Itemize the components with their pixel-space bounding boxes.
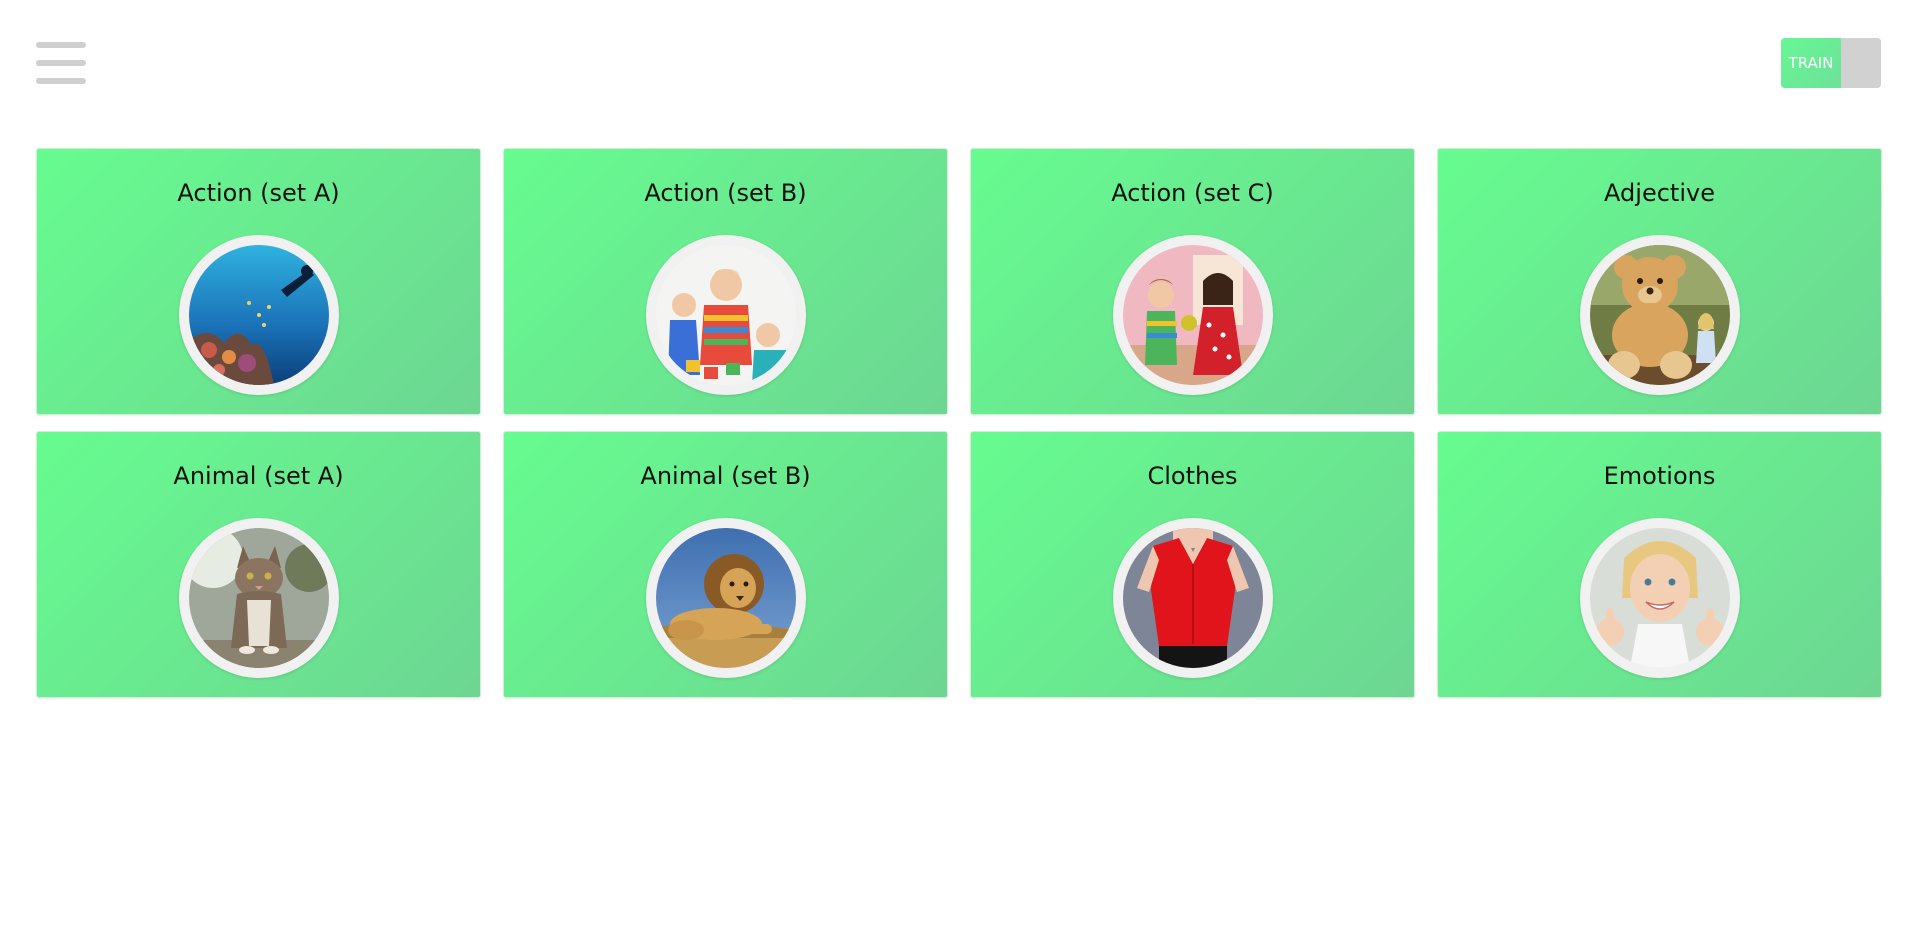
category-thumbnail-ring (646, 518, 806, 678)
menu-bar-line (36, 42, 86, 48)
category-card-title: Action (set C) (1111, 179, 1274, 207)
category-card-clothes[interactable]: Clothes (970, 431, 1415, 698)
hamburger-menu-icon[interactable] (36, 40, 86, 86)
children-playing-blocks-photo (656, 245, 796, 385)
giant-teddy-bear-girl-photo (1590, 245, 1730, 385)
red-blouse-photo (1123, 528, 1263, 668)
category-card-title: Emotions (1603, 462, 1716, 490)
category-card-title: Clothes (1147, 462, 1238, 490)
menu-bar-line (36, 60, 86, 66)
category-card-emotions[interactable]: Emotions (1437, 431, 1882, 698)
category-card-title: Action (set B) (644, 179, 807, 207)
category-card-action-set-c[interactable]: Action (set C) (970, 148, 1415, 415)
train-toggle-label: TRAIN (1781, 38, 1841, 88)
smiling-girl-thumbs-up-photo (1590, 528, 1730, 668)
category-thumbnail-ring (1113, 518, 1273, 678)
category-card-title: Action (set A) (177, 179, 340, 207)
sitting-cat-photo (189, 528, 329, 668)
category-card-animal-set-b[interactable]: Animal (set B) (503, 431, 948, 698)
category-card-adjective[interactable]: Adjective (1437, 148, 1882, 415)
category-card-action-set-a[interactable]: Action (set A) (36, 148, 481, 415)
category-card-animal-set-a[interactable]: Animal (set A) (36, 431, 481, 698)
category-thumbnail-ring (1580, 518, 1740, 678)
lying-lion-photo (656, 528, 796, 668)
top-bar: TRAIN (0, 0, 1917, 130)
category-grid: Action (set A) Action (set B) Action (se… (36, 148, 1882, 698)
category-thumbnail-ring (646, 235, 806, 395)
children-sharing-toy-photo (1123, 245, 1263, 385)
category-thumbnail-ring (179, 518, 339, 678)
category-thumbnail-ring (1580, 235, 1740, 395)
category-card-title: Adjective (1604, 179, 1715, 207)
scuba-diver-coral-reef-photo (189, 245, 329, 385)
menu-bar-line (36, 78, 86, 84)
train-toggle[interactable]: TRAIN (1781, 38, 1881, 88)
category-card-action-set-b[interactable]: Action (set B) (503, 148, 948, 415)
category-card-title: Animal (set B) (640, 462, 811, 490)
category-thumbnail-ring (179, 235, 339, 395)
category-thumbnail-ring (1113, 235, 1273, 395)
category-card-title: Animal (set A) (173, 462, 344, 490)
train-toggle-knob[interactable] (1841, 38, 1881, 88)
